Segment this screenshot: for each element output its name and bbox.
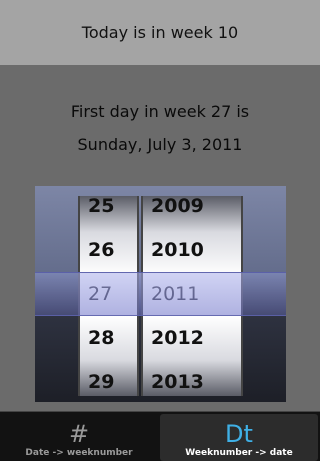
week-option[interactable]: 26 [80,228,137,272]
selection-indicator-right [243,272,286,316]
page-title: Today is in week 10 [81,23,239,42]
tab-weeknumber-to-date[interactable]: Dt Weeknumber -> date [160,414,318,461]
tab-bar: # Date -> weeknumber Dt Weeknumber -> da… [0,411,320,461]
year-option[interactable]: 2012 [143,316,241,360]
result-line-date: Sunday, July 3, 2011 [77,135,243,154]
week-option[interactable]: 25 [80,196,137,228]
result-panel: First day in week 27 is Sunday, July 3, … [0,97,320,160]
week-option[interactable]: 28 [80,316,137,360]
tab-label: Date -> weeknumber [25,448,133,458]
week-year-picker[interactable]: 25 26 27 28 29 2009 2010 2011 2012 2013 [35,186,286,402]
selection-indicator-left [35,272,78,316]
dt-icon: Dt [225,420,253,448]
year-option[interactable]: 2013 [143,360,241,396]
selection-indicator [78,272,243,316]
year-option[interactable]: 2010 [143,228,241,272]
result-line-week: First day in week 27 is [70,102,250,121]
header-bar: Today is in week 10 [0,0,320,65]
tab-date-to-weeknumber[interactable]: # Date -> weeknumber [0,412,158,461]
hash-icon: # [68,420,90,448]
week-option[interactable]: 29 [80,360,137,396]
tab-label: Weeknumber -> date [185,448,293,458]
year-option[interactable]: 2009 [143,196,241,228]
